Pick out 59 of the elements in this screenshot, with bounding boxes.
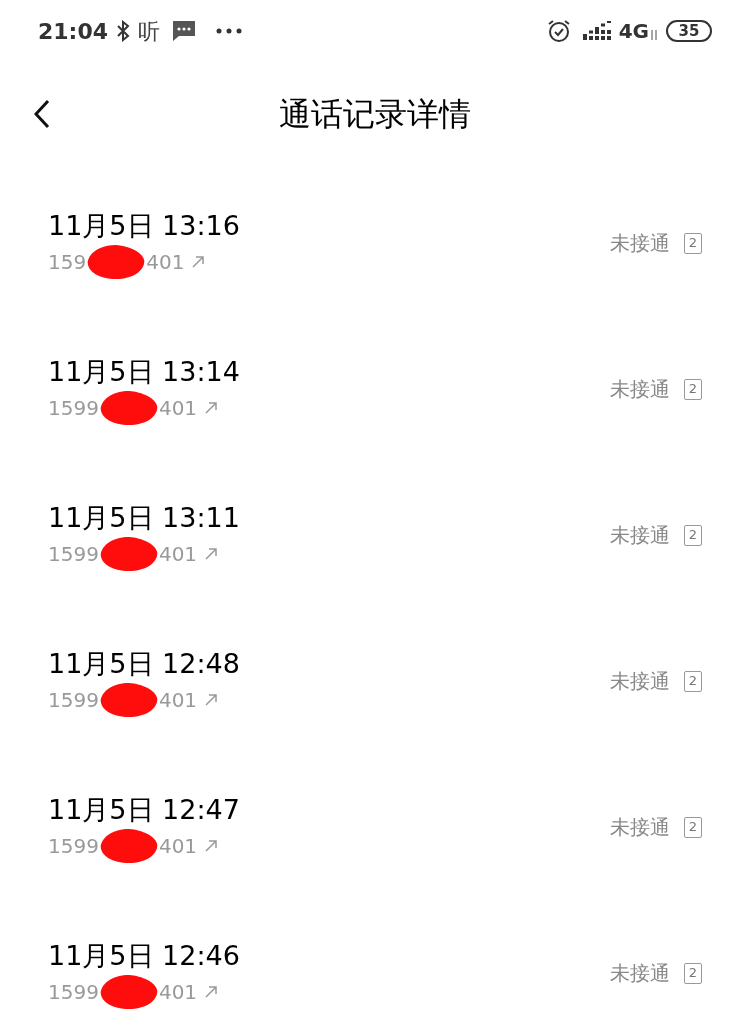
- phone-number-start: 1599: [48, 541, 99, 568]
- phone-number-start: 1599: [48, 979, 99, 1006]
- redaction-mark: [98, 390, 159, 426]
- sim-card-badge: 2: [684, 816, 702, 838]
- call-record[interactable]: 11月5日 13:11 1599 401 未接通 2: [0, 462, 750, 608]
- network-type: 4G: [618, 18, 649, 45]
- redaction-mark: [86, 244, 147, 280]
- call-status: 未接通: [610, 814, 670, 841]
- redaction-mark: [98, 828, 159, 864]
- call-status: 未接通: [610, 376, 670, 403]
- call-datetime: 11月5日 12:47: [48, 793, 240, 827]
- call-status: 未接通: [610, 960, 670, 987]
- redaction-mark: [98, 682, 159, 718]
- phone-number-end: 401: [158, 541, 198, 568]
- call-datetime: 11月5日 13:14: [48, 355, 240, 389]
- phone-number-end: 401: [158, 395, 198, 422]
- outgoing-arrow-icon: [205, 548, 218, 560]
- outgoing-arrow-icon: [192, 256, 205, 268]
- outgoing-arrow-icon: [205, 694, 218, 706]
- phone-number-end: 401: [158, 979, 198, 1006]
- bluetooth-icon: [116, 20, 131, 42]
- call-datetime: 11月5日 12:46: [48, 939, 240, 973]
- alarm-icon: [546, 19, 571, 43]
- call-status: 未接通: [610, 230, 670, 257]
- outgoing-arrow-icon: [205, 840, 218, 852]
- sim-card-badge: 2: [684, 524, 702, 546]
- signal-icon: [582, 21, 611, 41]
- phone-number-end: 401: [158, 833, 198, 860]
- phone-number-end: 401: [146, 249, 185, 276]
- phone-number-end: 401: [158, 687, 198, 714]
- call-record[interactable]: 11月5日 12:48 1599 401 未接通 2: [0, 608, 750, 754]
- call-record[interactable]: 11月5日 12:46 1599 401 未接通 2: [0, 900, 750, 1029]
- call-datetime: 11月5日 13:11: [48, 501, 240, 535]
- outgoing-arrow-icon: [205, 402, 218, 414]
- outgoing-arrow-icon: [205, 986, 218, 998]
- page-title: 通话记录详情: [279, 94, 471, 135]
- redaction-mark: [98, 536, 159, 572]
- data-arrows-icon: [650, 30, 658, 40]
- phone-number-start: 1599: [48, 833, 99, 860]
- call-record[interactable]: 11月5日 13:14 1599 401 未接通 2: [0, 316, 750, 462]
- call-datetime: 11月5日 12:48: [48, 647, 240, 681]
- sim-card-badge: 2: [684, 670, 702, 692]
- phone-number-start: 159: [48, 249, 87, 276]
- sim-card-badge: 2: [684, 232, 702, 254]
- listen-glyph: 听: [138, 17, 161, 46]
- sim-card-badge: 2: [684, 378, 702, 400]
- call-record[interactable]: 11月5日 13:16 159 401 未接通 2: [0, 170, 750, 316]
- phone-number-start: 1599: [48, 395, 99, 422]
- battery-indicator: 35: [666, 20, 712, 42]
- call-datetime: 11月5日 13:16: [48, 209, 240, 243]
- call-status: 未接通: [610, 668, 670, 695]
- phone-number-start: 1599: [48, 687, 99, 714]
- status-time: 21:04: [38, 17, 109, 46]
- call-record[interactable]: 11月5日 12:47 1599 401 未接通 2: [0, 754, 750, 900]
- more-icon: [216, 28, 243, 34]
- call-status: 未接通: [610, 522, 670, 549]
- sim-card-badge: 2: [684, 962, 702, 984]
- message-icon: [172, 20, 197, 42]
- redaction-mark: [98, 974, 159, 1010]
